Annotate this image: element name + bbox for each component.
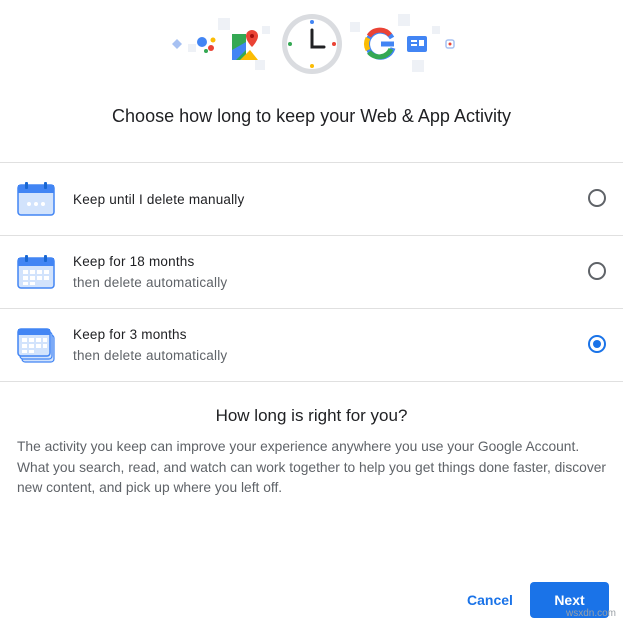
google-assistant-icon <box>197 37 216 53</box>
radio-keep-3-months[interactable] <box>588 335 606 353</box>
retention-options: Keep until I delete manually Keep for 18… <box>0 162 623 382</box>
clock-icon <box>282 14 342 74</box>
option-subtitle: then delete automatically <box>73 275 228 290</box>
assistant-tag-icon <box>172 39 182 49</box>
option-subtitle: then delete automatically <box>73 348 228 363</box>
watermark: wsxdn.com <box>566 608 617 619</box>
option-keep-3-months[interactable]: Keep for 3 months then delete automatica… <box>0 309 623 382</box>
radio-keep-18-months[interactable] <box>588 262 606 280</box>
google-news-icon <box>407 36 427 52</box>
option-title: Keep for 18 months <box>73 254 195 269</box>
cancel-button[interactable]: Cancel <box>456 582 524 618</box>
option-keep-18-months[interactable]: Keep for 18 months then delete automatic… <box>0 236 623 309</box>
google-g-icon <box>364 27 396 60</box>
header-illustration <box>172 14 455 74</box>
info-body: The activity you keep can improve your e… <box>17 439 607 495</box>
google-lens-icon <box>445 39 455 49</box>
dialog-title: Choose how long to keep your Web & App A… <box>112 106 511 126</box>
option-title: Keep for 3 months <box>73 327 187 342</box>
calendar-3-months-icon <box>17 328 55 363</box>
calendar-manual-icon <box>17 182 55 216</box>
option-keep-manually[interactable]: Keep until I delete manually <box>0 163 623 236</box>
calendar-18-months-icon <box>17 255 55 289</box>
radio-keep-manually[interactable] <box>588 189 606 207</box>
google-maps-icon <box>232 30 258 60</box>
option-title: Keep until I delete manually <box>73 192 245 207</box>
info-heading: How long is right for you? <box>215 406 408 425</box>
